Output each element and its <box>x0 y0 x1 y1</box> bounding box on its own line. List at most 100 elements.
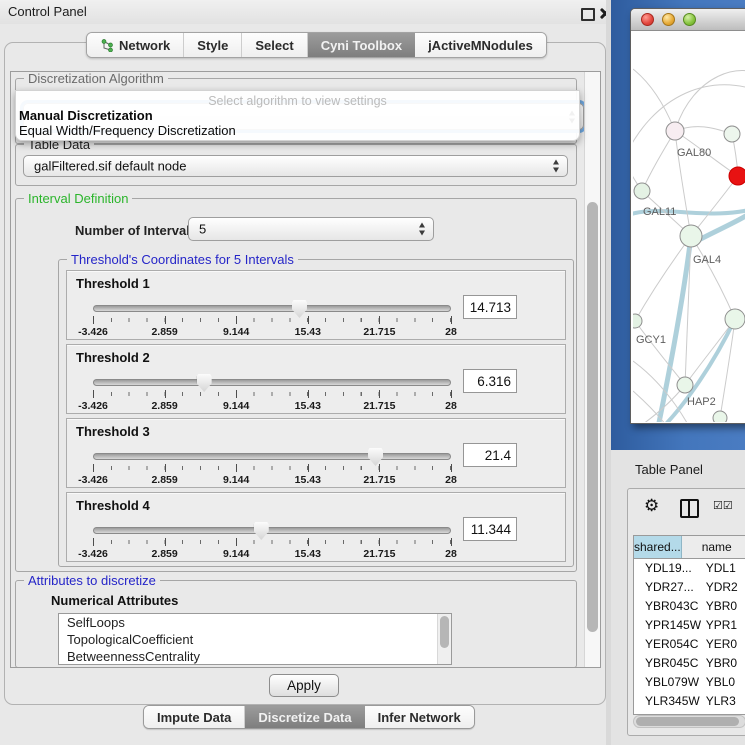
list-item[interactable]: BetweennessCentrality <box>59 648 451 665</box>
close-traffic-light-icon[interactable] <box>641 13 654 26</box>
combo-arrows-icon <box>552 160 561 173</box>
interval-definition-group: Interval Definition Number of Intervals … <box>15 198 577 572</box>
control-panel-titlebar: Control Panel <box>0 0 608 24</box>
select-columns-icon[interactable]: ☑☑ <box>713 499 733 512</box>
discretization-algorithm-title: Discretization Algorithm <box>24 71 168 86</box>
threshold-4-slider[interactable]: -3.426 2.859 9.144 15.43 21.715 28 <box>93 525 450 561</box>
node-bottom[interactable] <box>713 411 727 422</box>
table-row[interactable]: YPR145WYPR1 <box>634 616 745 635</box>
threshold-4-label: Threshold 4 <box>76 498 150 513</box>
interval-definition-title: Interval Definition <box>24 191 132 206</box>
threshold-2-value-field[interactable] <box>463 369 517 393</box>
threshold-2-label: Threshold 2 <box>76 350 150 365</box>
table-row[interactable]: YBR045CYBR0 <box>634 654 745 673</box>
slider-scale: -3.426 2.859 9.144 15.43 21.715 28 <box>93 400 451 412</box>
gear-icon[interactable]: ⚙ <box>644 496 659 516</box>
node-red-selected[interactable] <box>729 167 745 185</box>
app-root: Control Panel Network Style Select Cyni … <box>0 0 745 745</box>
panel-title: Control Panel <box>8 4 87 19</box>
table-row[interactable]: YBL079WYBL0 <box>634 673 745 692</box>
control-panel: Control Panel Network Style Select Cyni … <box>0 0 608 745</box>
table-row[interactable]: YDR27...YDR2 <box>634 578 745 597</box>
slider-track[interactable] <box>93 305 451 312</box>
control-panel-tabs: Network Style Select Cyni Toolbox jActiv… <box>86 32 547 58</box>
tab-jactivemnodules[interactable]: jActiveMNodules <box>415 33 546 57</box>
tab-network-label: Network <box>119 38 170 53</box>
table-panel-section: Table Panel ⚙ ☑☑ shared... name YDL19...… <box>611 450 745 745</box>
network-window-titlebar[interactable] <box>631 9 745 31</box>
column-header-shared-name[interactable]: shared... <box>634 536 682 558</box>
threshold-4-panel: Threshold 4 -3.426 2.859 9. <box>66 492 566 562</box>
attributes-group: Attributes to discretize Numerical Attri… <box>15 580 577 668</box>
node-label: GAL4 <box>693 254 721 266</box>
threshold-3-value-field[interactable] <box>463 443 517 467</box>
threshold-3-slider[interactable]: -3.426 2.859 9.144 15.43 21.715 28 <box>93 451 450 487</box>
settings-scrollbar[interactable] <box>584 72 601 667</box>
threshold-2-panel: Threshold 2 -3.426 2.859 9. <box>66 344 566 414</box>
node-attribute-table: shared... name YDL19...YDL1 YDR27...YDR2… <box>633 535 745 715</box>
thresholds-group: Threshold's Coordinates for 5 Intervals … <box>58 259 574 567</box>
table-horizontal-scrollbar[interactable] <box>633 715 745 728</box>
slider-track[interactable] <box>93 453 451 460</box>
tab-discretize-data[interactable]: Discretize Data <box>245 706 364 728</box>
table-row[interactable]: YER054CYER0 <box>634 635 745 654</box>
threshold-1-slider[interactable]: -3.426 2.859 9.144 15.43 21.715 28 <box>93 303 450 339</box>
tab-infer-network[interactable]: Infer Network <box>365 706 474 728</box>
threshold-1-panel: Threshold 1 -3.426 2.859 9. <box>66 270 566 340</box>
number-of-intervals-value: 5 <box>199 222 206 237</box>
node-top-right[interactable] <box>724 126 740 142</box>
table-row[interactable]: YLR345WYLR3 <box>634 692 745 711</box>
slider-scale: -3.426 2.859 9.144 15.43 21.715 28 <box>93 474 451 486</box>
tab-network[interactable]: Network <box>87 33 184 57</box>
float-panel-icon[interactable] <box>581 8 595 21</box>
node-label: HAP2 <box>687 396 716 408</box>
tab-impute-data[interactable]: Impute Data <box>144 706 245 728</box>
slider-ticks <box>93 316 451 325</box>
tab-cyni-toolbox[interactable]: Cyni Toolbox <box>308 33 415 57</box>
scrollbar-thumb[interactable] <box>587 202 598 632</box>
table-data-group: Table Data galFiltered.sif default node <box>15 144 577 186</box>
popup-option-equal-width-frequency[interactable]: Equal Width/Frequency Discretization <box>16 123 579 138</box>
numerical-attributes-heading: Numerical Attributes <box>51 593 178 608</box>
threshold-3-panel: Threshold 3 -3.426 2.859 9. <box>66 418 566 488</box>
network-view-window[interactable]: GAL80 G C GAL11 GAL4 GCY1 H HAP2 <box>630 8 745 424</box>
apply-row: Apply <box>5 668 605 704</box>
slider-track[interactable] <box>93 379 451 386</box>
node-gal11[interactable] <box>634 183 650 199</box>
node-gal80[interactable] <box>666 122 684 140</box>
apply-button[interactable]: Apply <box>269 674 339 697</box>
popup-option-manual-discretization[interactable]: Manual Discretization <box>16 108 579 123</box>
slider-scale: -3.426 2.859 9.144 15.43 21.715 28 <box>93 326 451 338</box>
network-graph: GAL80 G C GAL11 GAL4 GCY1 H HAP2 <box>633 31 745 422</box>
table-row[interactable]: YDL19...YDL1 <box>634 559 745 578</box>
cyni-toolbox-panel: Discretization Algorithm Table Data galF… <box>4 42 606 705</box>
node-hap2[interactable] <box>677 377 693 393</box>
minimize-traffic-light-icon[interactable] <box>662 13 675 26</box>
zoom-traffic-light-icon[interactable] <box>683 13 696 26</box>
node-gal4[interactable] <box>680 225 702 247</box>
threshold-1-value-field[interactable] <box>463 295 517 319</box>
list-item[interactable]: SelfLoops <box>59 614 451 631</box>
numerical-attributes-list[interactable]: SelfLoops TopologicalCoefficient Between… <box>58 613 452 665</box>
slider-ticks <box>93 464 451 473</box>
table-panel-window: ⚙ ☑☑ shared... name YDL19...YDL1 YDR27..… <box>627 488 745 736</box>
table-row[interactable]: YBR043CYBR0 <box>634 597 745 616</box>
number-of-intervals-combobox[interactable]: 5 <box>188 217 434 241</box>
list-item[interactable]: TopologicalCoefficient <box>59 631 451 648</box>
scrollbar-thumb[interactable] <box>636 717 739 726</box>
tab-select[interactable]: Select <box>242 33 307 57</box>
threshold-1-label: Threshold 1 <box>76 276 150 291</box>
attributes-group-title: Attributes to discretize <box>24 573 160 588</box>
tab-style[interactable]: Style <box>184 33 242 57</box>
column-layout-icon[interactable] <box>680 499 699 518</box>
node-label: GCY1 <box>636 334 666 346</box>
list-scrollbar[interactable] <box>437 614 451 664</box>
threshold-2-slider[interactable]: -3.426 2.859 9.144 15.43 21.715 28 <box>93 377 450 413</box>
threshold-4-value-field[interactable] <box>463 517 517 541</box>
column-header-name[interactable]: name <box>682 536 745 558</box>
table-data-combobox[interactable]: galFiltered.sif default node <box>23 155 568 177</box>
node-gcy1[interactable] <box>633 314 642 328</box>
slider-track[interactable] <box>93 527 451 534</box>
network-canvas[interactable]: GAL80 G C GAL11 GAL4 GCY1 H HAP2 <box>633 31 745 422</box>
node-h[interactable] <box>725 309 745 329</box>
